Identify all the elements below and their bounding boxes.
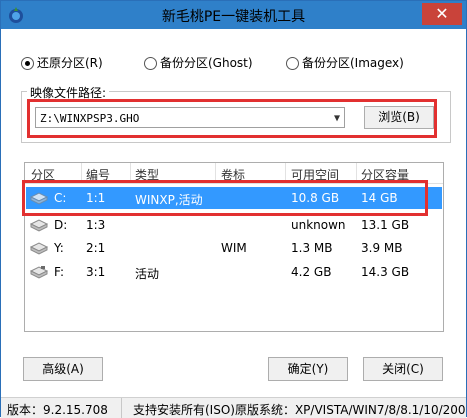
status-divider	[121, 398, 122, 418]
cell-drive: D:	[54, 218, 68, 232]
radio-dot-icon	[21, 57, 34, 70]
close-button[interactable]: 关闭(C)	[363, 357, 443, 381]
cell-type: 活动	[135, 267, 160, 281]
cell-number: 3:1	[86, 265, 106, 279]
usb-disk-icon	[29, 266, 49, 279]
cell-number: 1:3	[86, 218, 106, 232]
radio-backup-ghost[interactable]: 备份分区(Ghost)	[144, 54, 253, 71]
radio-backup-imagex[interactable]: 备份分区(Imagex)	[286, 54, 404, 71]
window-title: 新毛桃PE一键装机工具	[161, 9, 306, 25]
radio-backup-ghost-label: 备份分区(Ghost)	[160, 56, 253, 70]
cell-drive: F:	[54, 265, 65, 279]
cell-size: 14.3 GB	[361, 265, 410, 279]
ok-button[interactable]: 确定(Y)	[268, 357, 348, 381]
table-row[interactable]: D: 1:3 unknown 13.1 GB	[26, 214, 442, 236]
cell-size: 13.1 GB	[361, 218, 410, 232]
cell-free: unknown	[291, 218, 346, 232]
disk-icon	[29, 242, 49, 255]
highlight-box-path	[27, 99, 437, 138]
disk-icon	[29, 219, 49, 232]
status-bar: 版本：9.2.15.708 支持安装所有(ISO)原版系统：XP/VISTA/W…	[1, 397, 466, 418]
radio-dot-icon	[144, 57, 157, 70]
cell-drive: Y:	[54, 241, 64, 255]
table-row[interactable]: F: 3:1 活动 4.2 GB 14.3 GB	[26, 261, 442, 283]
cell-label: WIM	[221, 241, 247, 255]
version-text: 版本：9.2.15.708	[7, 403, 108, 417]
title-bar[interactable]: 新毛桃PE一键装机工具 ✕	[1, 1, 466, 29]
cell-size: 3.9 MB	[361, 241, 403, 255]
highlight-box-row	[22, 180, 428, 216]
cell-free: 4.2 GB	[291, 265, 332, 279]
installer-window: 新毛桃PE一键装机工具 ✕ 还原分区(R) 备份分区(Ghost) 备份分区(I…	[0, 0, 467, 418]
radio-backup-imagex-label: 备份分区(Imagex)	[302, 56, 404, 70]
radio-restore[interactable]: 还原分区(R)	[21, 54, 103, 71]
window-close-button[interactable]: ✕	[422, 3, 462, 25]
cell-free: 1.3 MB	[291, 241, 333, 255]
advanced-button[interactable]: 高级(A)	[23, 357, 103, 381]
radio-restore-label: 还原分区(R)	[37, 56, 103, 70]
table-row[interactable]: Y: 2:1 WIM 1.3 MB 3.9 MB	[26, 237, 442, 259]
cell-number: 2:1	[86, 241, 106, 255]
radio-dot-icon	[286, 57, 299, 70]
support-text: 支持安装所有(ISO)原版系统：XP/VISTA/WIN7/8/8.1/10/2…	[133, 403, 466, 417]
